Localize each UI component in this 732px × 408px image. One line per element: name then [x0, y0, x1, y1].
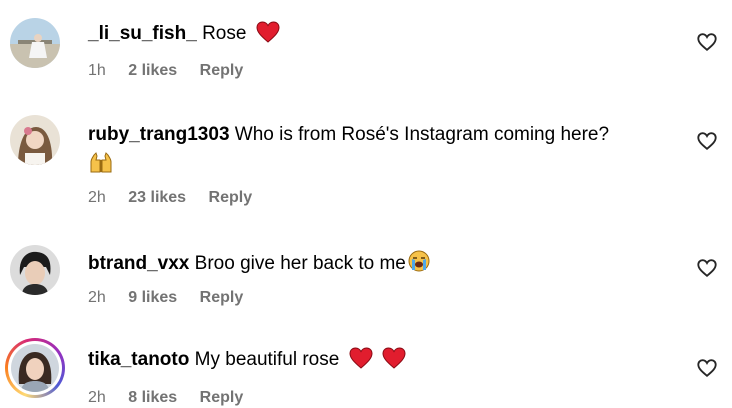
like-heart-icon[interactable] — [696, 31, 718, 53]
comment-meta: 2h 9 likes Reply — [88, 289, 261, 307]
avatar — [11, 344, 59, 392]
comment-time: 2h — [88, 289, 106, 306]
like-heart-icon[interactable] — [696, 357, 718, 379]
story-ring[interactable] — [5, 338, 65, 398]
reply-button[interactable]: Reply — [209, 189, 253, 206]
comment-text: Broo give her back to me — [194, 253, 406, 274]
comment-time: 2h — [88, 189, 106, 206]
red-heart-icon — [256, 21, 280, 51]
comment-meta: 2h 8 likes Reply — [88, 389, 261, 407]
comment-text: Rose — [202, 23, 247, 44]
loudly-crying-face-icon — [407, 249, 431, 281]
avatar[interactable] — [10, 18, 60, 68]
comment-item: btrand_vxx Broo give her back to me 2h 9… — [0, 225, 732, 325]
comment-item: _li_su_fish_ Rose 1h 2 likes Reply — [0, 0, 732, 100]
comment-item: ruby_trang1303 Who is from Rosé's Instag… — [0, 100, 732, 225]
comment-username[interactable]: btrand_vxx — [88, 253, 189, 274]
likes-count[interactable]: 8 likes — [128, 389, 177, 406]
likes-count[interactable]: 23 likes — [128, 189, 186, 206]
reply-button[interactable]: Reply — [200, 62, 244, 79]
like-heart-icon[interactable] — [696, 257, 718, 279]
comment-time: 2h — [88, 389, 106, 406]
avatar[interactable] — [10, 115, 60, 165]
likes-count[interactable]: 9 likes — [128, 289, 177, 306]
comment-text-line: btrand_vxx Broo give her back to me — [88, 249, 431, 281]
comment-text-line: tika_tanoto My beautiful rose — [88, 347, 406, 377]
comment-username[interactable]: _li_su_fish_ — [88, 23, 197, 44]
raising-hands-icon — [88, 150, 114, 181]
comment-text: My beautiful rose — [194, 349, 340, 370]
comment-time: 1h — [88, 62, 106, 79]
comment-text-line: _li_su_fish_ Rose — [88, 21, 280, 51]
reply-button[interactable]: Reply — [200, 389, 244, 406]
reply-button[interactable]: Reply — [200, 289, 244, 306]
comment-text: Who is from Rosé's Instagram coming here… — [234, 124, 610, 145]
likes-count[interactable]: 2 likes — [128, 62, 177, 79]
comment-item: tika_tanoto My beautiful rose 2h 8 likes… — [0, 325, 732, 408]
comment-text-line: ruby_trang1303 Who is from Rosé's Instag… — [88, 122, 609, 148]
comment-meta: 2h 23 likes Reply — [88, 189, 270, 207]
red-heart-icon — [349, 347, 373, 377]
avatar[interactable] — [10, 245, 60, 295]
comment-username[interactable]: tika_tanoto — [88, 349, 189, 370]
comment-meta: 1h 2 likes Reply — [88, 62, 261, 80]
red-heart-icon — [382, 347, 406, 377]
comment-username[interactable]: ruby_trang1303 — [88, 124, 230, 145]
like-heart-icon[interactable] — [696, 130, 718, 152]
